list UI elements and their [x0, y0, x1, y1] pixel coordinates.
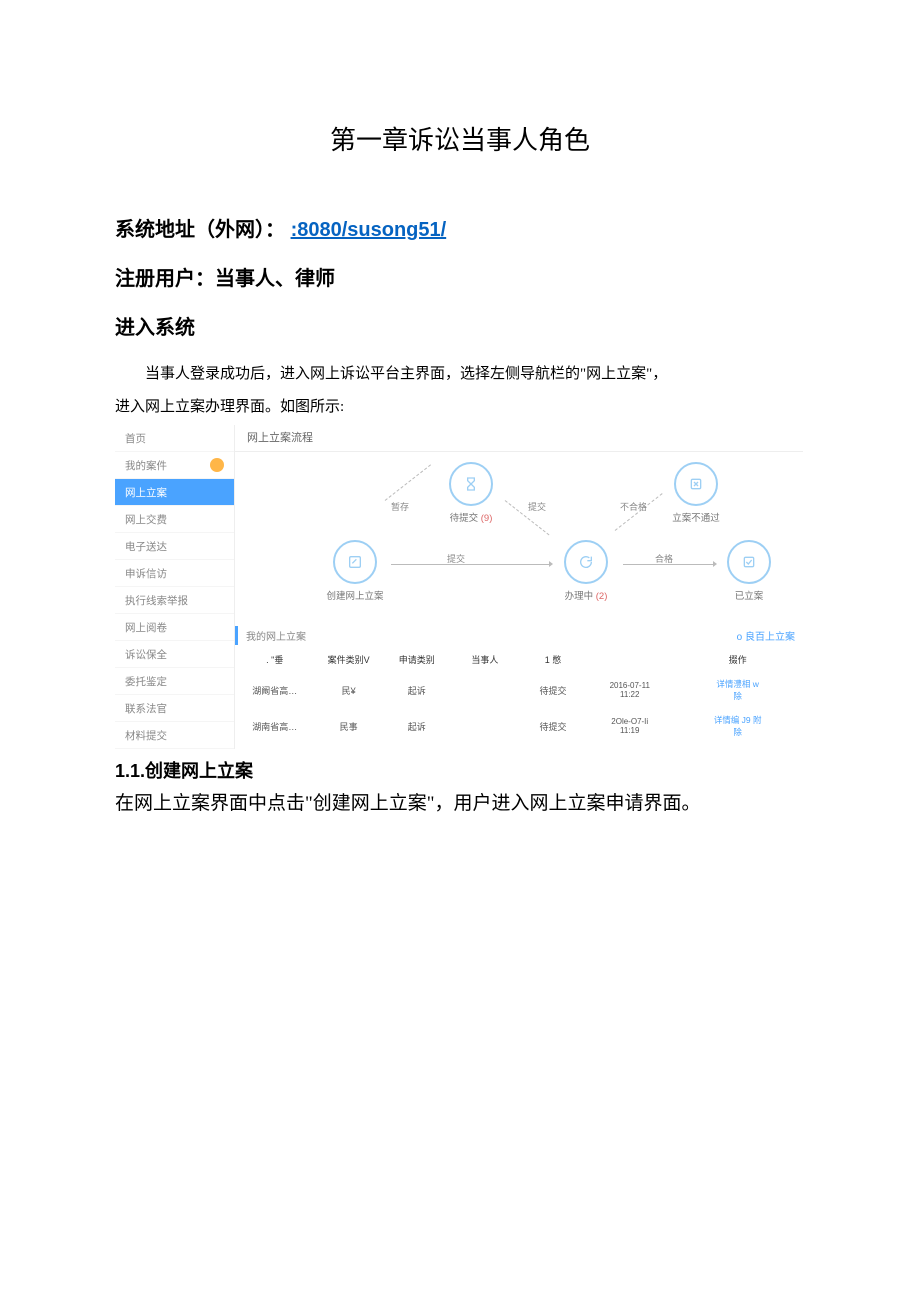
create-online-filing-button[interactable]: 良百上立案 [737, 628, 795, 643]
check-icon [727, 540, 771, 584]
arrow-head-icon [713, 561, 717, 567]
sidebar-item-execution-report[interactable]: 执行线索举报 [115, 587, 234, 614]
detail-link[interactable]: 详情澧相 w [716, 679, 759, 689]
badge-icon [210, 458, 224, 472]
cell-casetype: 民事 [315, 708, 383, 744]
cell-party [451, 672, 519, 708]
flow-arrow [385, 464, 431, 500]
sidebar-item-online-docs[interactable]: 网上阅卷 [115, 614, 234, 641]
cell-casetype: 民¥ [315, 672, 383, 708]
col-ops: 掇作 [672, 647, 803, 672]
ui-screenshot: 首页 我的案件 网上立案 网上交费 电子送达 申诉信访 执行线索举报 网上阅卷 … [115, 425, 803, 749]
section-1-1-title: 1.1.创建网上立案 [115, 757, 805, 783]
sidebar-item-mycases[interactable]: 我的案件 [115, 452, 234, 479]
filing-table: . "垂 案件类别V 申请类别 当事人 1 憋 掇作 湖阚省高… 民¥ 起诉 待… [235, 647, 803, 744]
flow-edge-submit: 提交 [447, 552, 465, 565]
section-1-1-body: 在网上立案界面中点击"创建网上立案"，用户进入网上立案申请界面。 [115, 789, 805, 818]
sidebar-item-online-filing[interactable]: 网上立案 [115, 479, 234, 506]
delete-link[interactable]: 除 [733, 691, 742, 701]
enter-system-heading: 进入系统 [115, 311, 805, 340]
hourglass-icon [449, 462, 493, 506]
cell-time: 2Ole-O7-Ii 11:19 [587, 708, 672, 744]
flow-node-create[interactable]: 创建网上立案 [319, 540, 391, 602]
cell-apptype: 起诉 [383, 708, 451, 744]
system-address-link[interactable]: :8080/susong51/ [291, 219, 447, 241]
sidebar-item-home[interactable]: 首页 [115, 425, 234, 452]
sidebar-item-petition[interactable]: 申诉信访 [115, 560, 234, 587]
arrow-head-icon [549, 561, 553, 567]
flow-edge-save: 暂存 [391, 500, 409, 513]
flow-node-filed[interactable]: 已立案 [713, 540, 785, 602]
chapter-title: 第一章诉讼当事人角色 [115, 120, 805, 157]
table-row[interactable]: 湖阚省高… 民¥ 起诉 待提交 2016-07-11 11:22 详情澧相 w … [235, 672, 803, 708]
col-court[interactable]: . "垂 [235, 647, 315, 672]
list-header: 我的网上立案 良百上立案 [235, 626, 803, 645]
intro-paragraph-2: 进入网上立案办理界面。如图所示: [115, 393, 805, 422]
flow-edge-pass: 合格 [655, 552, 673, 565]
sidebar-item-appraisal[interactable]: 委托鉴定 [115, 668, 234, 695]
detail-link[interactable]: 详情编 J9 附 [714, 715, 762, 725]
flow-panel-title: 网上立案流程 [235, 425, 803, 452]
flow-edge-fail: 不合格 [620, 500, 647, 513]
cell-party [451, 708, 519, 744]
flow-node-processing[interactable]: 办理中 (2) [550, 540, 622, 602]
intro-paragraph-1: 当事人登录成功后，进入网上诉讼平台主界面，选择左侧导航栏的"网上立案"， [115, 360, 805, 389]
cell-status: 待提交 [519, 708, 587, 744]
cell-status: 待提交 [519, 672, 587, 708]
sidebar-item-edelivery[interactable]: 电子送达 [115, 533, 234, 560]
close-icon [674, 462, 718, 506]
sidebar-item-preservation[interactable]: 诉讼保全 [115, 641, 234, 668]
flow-node-rejected-label: 立案不通过 [660, 510, 732, 524]
table-row[interactable]: 湖南省高… 民事 起诉 待提交 2Ole-O7-Ii 11:19 详情编 J9 … [235, 708, 803, 744]
flow-node-rejected[interactable]: 立案不通过 [660, 462, 732, 524]
cell-ops: 详情澧相 w 除 [672, 672, 803, 708]
sidebar-item-online-payment[interactable]: 网上交费 [115, 506, 234, 533]
flow-node-create-label: 创建网上立案 [319, 588, 391, 602]
cell-court: 湖阚省高… [235, 672, 315, 708]
sidebar-item-contact-judge[interactable]: 联系法官 [115, 695, 234, 722]
list-title: 我的网上立案 [246, 628, 306, 643]
system-address-line: 系统地址（外网）： :8080/susong51/ [115, 213, 805, 242]
flow-node-pending[interactable]: 待提交 (9) [435, 462, 507, 524]
cell-court: 湖南省高… [235, 708, 315, 744]
delete-link[interactable]: 除 [733, 727, 742, 737]
flow-diagram: 创建网上立案 待提交 (9) 办理中 (2) [235, 452, 803, 622]
register-users-line: 注册用户：当事人、律师 [115, 262, 805, 291]
col-status[interactable]: 1 憋 [519, 647, 587, 672]
refresh-icon [564, 540, 608, 584]
edit-icon [333, 540, 377, 584]
flow-node-filed-label: 已立案 [713, 588, 785, 602]
cell-apptype: 起诉 [383, 672, 451, 708]
flow-node-pending-label: 待提交 (9) [435, 510, 507, 524]
col-party[interactable]: 当事人 [451, 647, 519, 672]
system-address-label: 系统地址（外网）： [115, 219, 285, 241]
flow-edge-submit-2: 提交 [528, 500, 546, 513]
flow-node-processing-label: 办理中 (2) [550, 588, 622, 602]
col-apptype[interactable]: 申请类别 [383, 647, 451, 672]
sidebar: 首页 我的案件 网上立案 网上交费 电子送达 申诉信访 执行线索举报 网上阅卷 … [115, 425, 235, 749]
cell-time: 2016-07-11 11:22 [587, 672, 672, 708]
flow-arrow [391, 564, 551, 565]
sidebar-item-material-submit[interactable]: 材料提交 [115, 722, 234, 749]
col-time [587, 647, 672, 672]
cell-ops: 详情编 J9 附 除 [672, 708, 803, 744]
table-header-row: . "垂 案件类别V 申请类别 当事人 1 憋 掇作 [235, 647, 803, 672]
col-casetype[interactable]: 案件类别V [315, 647, 383, 672]
main-panel: 网上立案流程 创建网上立案 待提交 (9) [235, 425, 803, 749]
